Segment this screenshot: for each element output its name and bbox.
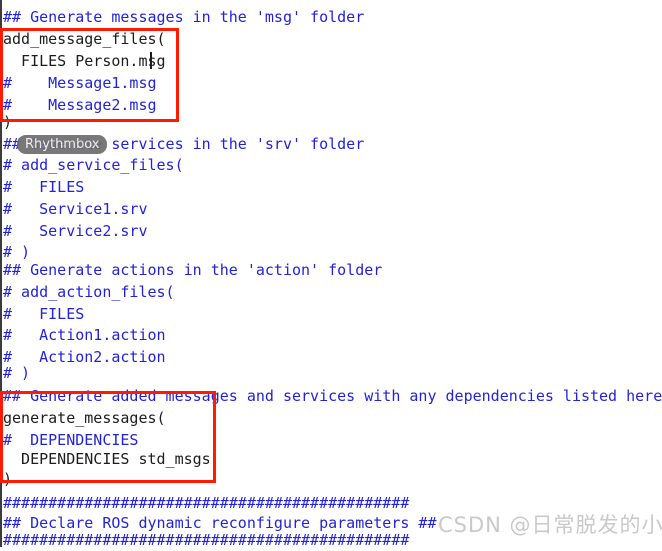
- code-line[interactable]: ## Generate added messages and services …: [3, 385, 662, 407]
- code-line[interactable]: # Service2.srv: [3, 220, 148, 242]
- code-line[interactable]: # ): [3, 362, 30, 384]
- code-line[interactable]: ## Generate messages in the 'msg' folder: [3, 6, 364, 28]
- code-line[interactable]: ): [3, 111, 12, 133]
- code-editor-surface[interactable]: ## Generate messages in the 'msg' folder…: [0, 0, 662, 549]
- code-line[interactable]: ): [3, 468, 12, 490]
- code-line[interactable]: # add_service_files(: [3, 154, 184, 176]
- code-line[interactable]: ########################################…: [3, 492, 409, 514]
- editor-left-border: [0, 0, 2, 547]
- code-line[interactable]: FILES Person.msg: [3, 50, 166, 72]
- csdn-watermark: CSDN @日常脱发的小迈: [438, 513, 662, 537]
- code-line[interactable]: # Message1.msg: [3, 72, 157, 94]
- code-line[interactable]: generate_messages(: [3, 407, 166, 429]
- code-line[interactable]: # Message2.msg: [3, 94, 157, 116]
- rhythmbox-tooltip[interactable]: Rhythmbox: [17, 135, 108, 154]
- code-line[interactable]: ########################################…: [3, 529, 409, 551]
- code-line[interactable]: # Service1.srv: [3, 198, 148, 220]
- code-line[interactable]: # add_action_files(: [3, 281, 175, 303]
- code-line[interactable]: # Action1.action: [3, 324, 166, 346]
- code-line[interactable]: DEPENDENCIES std_msgs: [3, 448, 211, 470]
- code-line[interactable]: ## Generate actions in the 'action' fold…: [3, 259, 382, 281]
- text-cursor: [150, 52, 152, 69]
- code-line[interactable]: add_message_files(: [3, 28, 166, 50]
- code-line[interactable]: # FILES: [3, 176, 84, 198]
- code-line[interactable]: # FILES: [3, 303, 84, 325]
